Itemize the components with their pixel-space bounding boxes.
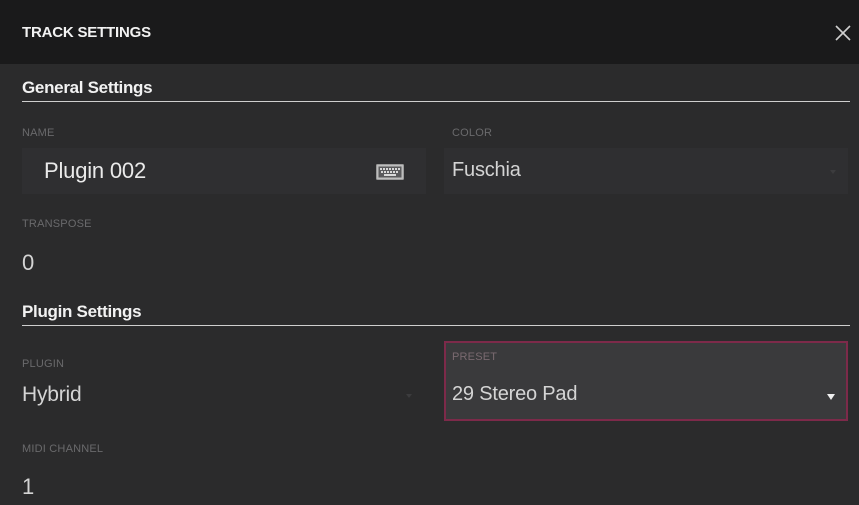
name-value: Plugin 002 <box>44 158 146 183</box>
close-icon[interactable] <box>834 24 852 42</box>
keyboard-icon[interactable] <box>376 164 404 180</box>
midi-channel-value[interactable]: 1 <box>22 474 34 500</box>
color-value: Fuschia <box>452 159 521 181</box>
preset-select[interactable]: PRESET 29 Stereo Pad <box>444 341 848 421</box>
color-label: COLOR <box>452 127 493 139</box>
preset-value: 29 Stereo Pad <box>452 383 578 405</box>
plugin-settings-heading: Plugin Settings <box>22 302 142 321</box>
name-field[interactable]: Plugin 002 <box>22 148 426 194</box>
general-settings-heading: General Settings <box>22 78 153 97</box>
transpose-label: TRANSPOSE <box>22 218 92 230</box>
dialog-body <box>0 64 859 505</box>
plugin-settings-header: Plugin Settings <box>22 296 850 326</box>
plugin-label: PLUGIN <box>22 358 65 370</box>
plugin-select[interactable]: Hybrid <box>22 372 426 418</box>
transpose-value[interactable]: 0 <box>22 250 34 276</box>
color-select[interactable]: Fuschia <box>444 148 848 194</box>
midi-channel-label: MIDI CHANNEL <box>22 443 104 455</box>
dialog-title: TRACK SETTINGS <box>22 24 151 41</box>
name-label: NAME <box>22 127 55 139</box>
dropdown-caret-icon[interactable] <box>827 394 835 400</box>
dialog-titlebar: TRACK SETTINGS <box>0 0 859 64</box>
general-settings-header: General Settings <box>22 72 850 102</box>
plugin-value: Hybrid <box>22 383 82 406</box>
color-caret-icon <box>830 170 836 174</box>
plugin-caret-icon <box>406 394 412 398</box>
preset-label: PRESET <box>452 351 498 363</box>
